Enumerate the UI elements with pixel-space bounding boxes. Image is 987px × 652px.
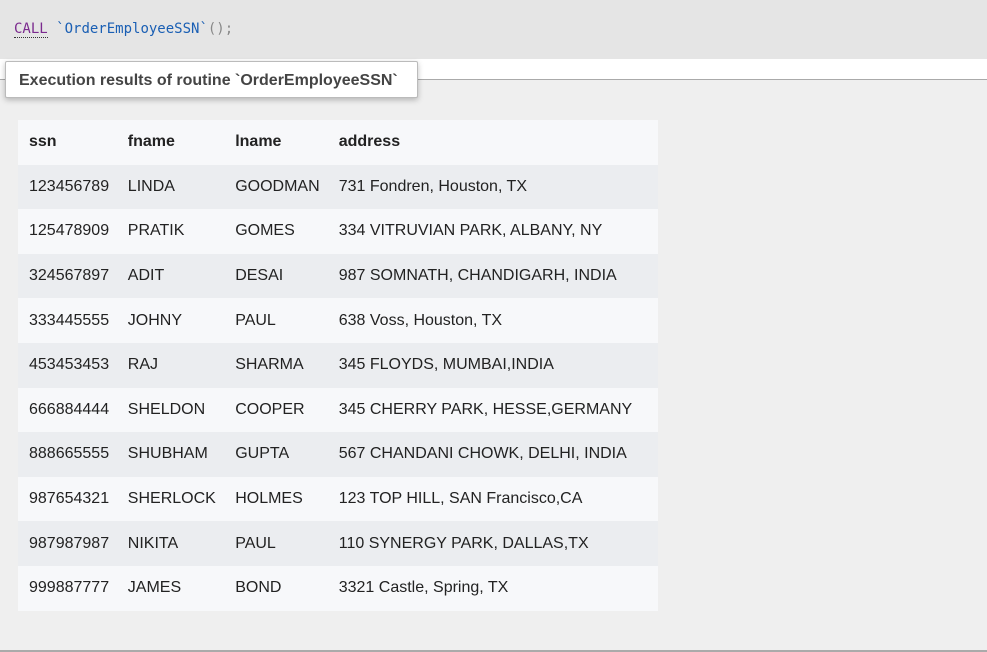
table-row[interactable]: 123456789 LINDA GOODMAN 731 Fondren, Housto…: [18, 164, 658, 210]
cell-ssn: 888665555: [18, 432, 117, 477]
cell-ssn: 987987987: [18, 521, 117, 566]
cell-lname: SHARMA: [224, 342, 328, 388]
table-row[interactable]: 453453453 RAJ SHARMA 345 FLOYDS, MUMBAI,IND…: [18, 342, 658, 388]
cell-address: 731 Fondren, Houston, TX: [327, 164, 658, 210]
cell-lname: GOMES: [224, 209, 328, 254]
cell-ssn: 123456789: [18, 164, 117, 210]
cell-fname: SHERLOCK: [116, 476, 225, 522]
cell-fname: SHELDON: [116, 387, 225, 433]
cell-fname: LINDA: [116, 164, 225, 210]
cell-fname: ADIT: [116, 253, 225, 299]
cell-lname: HOLMES: [224, 476, 328, 522]
cell-ssn: 453453453: [18, 342, 117, 388]
table-row[interactable]: 999887777 JAMES BOND 3321 Castle, Spring, T…: [18, 565, 658, 611]
cell-lname: GOODMAN: [224, 164, 328, 210]
routine-name: `OrderEmployeeSSN`: [56, 21, 208, 37]
cell-address: 110 SYNERGY PARK, DALLAS,TX: [327, 521, 658, 566]
cell-address: 638 Voss, Houston, TX: [327, 298, 658, 343]
table-header: ssn fname lname address: [18, 120, 658, 165]
results-table: ssn fname lname address 123456789 LINDA GOODM…: [18, 120, 658, 611]
cell-ssn: 666884444: [18, 387, 117, 433]
tab-execution-results[interactable]: Execution results of routine `OrderEmplo…: [5, 61, 418, 98]
cell-ssn: 125478909: [18, 209, 117, 254]
cell-fname: JOHNY: [116, 298, 225, 343]
cell-ssn: 333445555: [18, 298, 117, 343]
cell-fname: PRATIK: [116, 209, 225, 254]
cell-fname: SHUBHAM: [116, 432, 225, 477]
cell-address: 3321 Castle, Spring, TX: [327, 565, 658, 611]
cell-address: 987 SOMNATH, CHANDIGARH, INDIA: [327, 253, 658, 299]
table-row[interactable]: 987987987 NIKITA PAUL 110 SYNERGY PARK, DAL…: [18, 521, 658, 566]
sql-editor[interactable]: CALL `OrderEmployeeSSN`();: [0, 0, 987, 59]
column-header-lname[interactable]: lname: [224, 120, 328, 165]
cell-ssn: 324567897: [18, 253, 117, 299]
cell-lname: PAUL: [224, 521, 328, 566]
column-header-fname[interactable]: fname: [116, 120, 225, 165]
cell-fname: JAMES: [116, 565, 225, 611]
cell-address: 334 VITRUVIAN PARK, ALBANY, NY: [327, 209, 658, 254]
cell-lname: BOND: [224, 565, 328, 611]
cell-address: 123 TOP HILL, SAN Francisco,CA: [327, 476, 658, 522]
cell-ssn: 987654321: [18, 476, 117, 522]
table-row[interactable]: 125478909 PRATIK GOMES 334 VITRUVIAN PARK, …: [18, 209, 658, 254]
cell-address: 345 FLOYDS, MUMBAI,INDIA: [327, 342, 658, 388]
query-parens: ();: [207, 21, 234, 37]
cell-lname: COOPER: [224, 387, 328, 433]
cell-ssn: 999887777: [18, 565, 117, 611]
cell-fname: RAJ: [116, 342, 225, 388]
table-row[interactable]: 888665555 SHUBHAM GUPTA 567 CHANDANI CHOWK,…: [18, 432, 658, 477]
call-keyword: CALL: [14, 21, 48, 38]
table-row[interactable]: 333445555 JOHNY PAUL 638 Voss, Houston, TX: [18, 298, 658, 343]
cell-lname: GUPTA: [224, 432, 328, 477]
table-row[interactable]: 987654321 SHERLOCK HOLMES 123 TOP HILL, SAN…: [18, 476, 658, 522]
table-row[interactable]: 666884444 SHELDON COOPER 345 CHERRY PARK, H…: [18, 387, 658, 433]
cell-fname: NIKITA: [116, 521, 225, 566]
table-row[interactable]: 324567897 ADIT DESAI 987 SOMNATH, CHANDIGAR…: [18, 253, 658, 299]
column-header-ssn[interactable]: ssn: [18, 120, 117, 165]
cell-lname: DESAI: [224, 253, 328, 299]
column-header-address[interactable]: address: [327, 120, 658, 165]
cell-address: 567 CHANDANI CHOWK, DELHI, INDIA: [327, 432, 658, 477]
sql-query[interactable]: CALL `OrderEmployeeSSN`();: [14, 21, 234, 38]
cell-address: 345 CHERRY PARK, HESSE,GERMANY: [327, 387, 658, 433]
cell-lname: PAUL: [224, 298, 328, 343]
